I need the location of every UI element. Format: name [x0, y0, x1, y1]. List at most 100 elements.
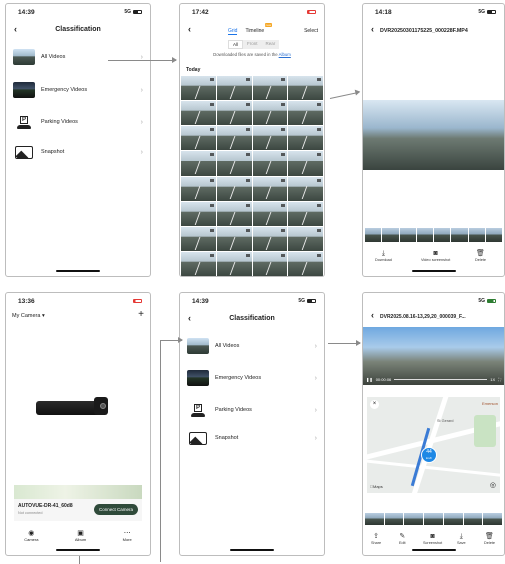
category-emergency-videos[interactable]: Emergency Videos ›	[13, 79, 143, 101]
video-thumbnail[interactable]	[252, 201, 288, 226]
filmstrip-frame	[404, 513, 424, 525]
back-button[interactable]: ‹	[371, 310, 374, 320]
category-parking-videos[interactable]: P Parking Videos ›	[13, 111, 143, 133]
video-frame[interactable]: ❚❚ 00:00:06 1X ⛶	[363, 327, 504, 385]
connect-camera-button[interactable]: Connect Camera	[93, 504, 138, 515]
video-thumbnail[interactable]	[216, 176, 252, 201]
save-button[interactable]: ⤓ Save	[457, 533, 466, 545]
album-icon: ▣	[77, 530, 84, 537]
back-button[interactable]: ‹	[371, 24, 374, 34]
flow-line-album	[79, 556, 80, 564]
frame-filmstrip[interactable]	[365, 227, 502, 243]
video-thumbnail[interactable]	[181, 251, 216, 276]
flow-arrow-2	[329, 91, 360, 99]
category-all-videos[interactable]: All Videos ›	[13, 46, 143, 68]
category-emergency-videos[interactable]: Emergency Videos ›	[187, 367, 317, 389]
camera-badge-icon	[209, 78, 214, 81]
nav-camera[interactable]: ◉ Camera	[24, 529, 38, 547]
video-screenshot-button[interactable]: ◙ Video screenshot	[421, 250, 450, 262]
locate-icon[interactable]: ◎	[490, 481, 496, 489]
video-frame[interactable]	[363, 100, 504, 170]
download-button[interactable]: ⤓ Download	[375, 250, 392, 262]
pause-icon[interactable]: ❚❚	[366, 377, 373, 382]
album-link[interactable]: Album	[279, 52, 291, 57]
camera-menu[interactable]: My Camera ▾	[12, 313, 45, 319]
video-thumbnail[interactable]	[181, 76, 216, 101]
video-thumbnail[interactable]	[216, 201, 252, 226]
video-thumbnail[interactable]	[288, 176, 323, 201]
video-thumbnail[interactable]	[216, 251, 252, 276]
flow-arrow-1	[108, 57, 177, 63]
fullscreen-icon[interactable]: ⛶	[498, 377, 501, 382]
category-label: Emergency Videos	[41, 87, 88, 93]
camera-badge-icon	[245, 203, 250, 207]
video-thumbnail[interactable]	[252, 101, 288, 126]
video-thumbnail[interactable]	[252, 76, 288, 101]
camera-icon: ◙	[433, 250, 438, 257]
category-all-videos[interactable]: All Videos ›	[187, 335, 317, 357]
device-card[interactable]: AUTOVUE-DR-41_60d8 Not connected Connect…	[14, 499, 142, 521]
signal-label: 5G	[478, 298, 485, 304]
screenshot-button[interactable]: ◙ Screenshot	[423, 533, 442, 545]
signal-label: 5G	[124, 9, 131, 15]
tab-timeline[interactable]: Timeline new	[245, 23, 273, 35]
filter-front[interactable]: Front	[243, 40, 262, 49]
video-thumbnail[interactable]	[252, 226, 288, 251]
video-thumbnail[interactable]	[181, 151, 216, 176]
share-button[interactable]: ⇪ Share	[371, 533, 381, 545]
camera-badge-icon	[281, 203, 286, 207]
tab-grid[interactable]: Grid	[228, 28, 238, 35]
video-thumbnail[interactable]	[288, 76, 323, 101]
camera-badge-icon	[317, 203, 321, 207]
category-snapshot[interactable]: Snapshot ›	[187, 427, 317, 449]
route-map[interactable]: × Emerson St Gerard 44 km/h Maps ◎	[367, 397, 500, 493]
camera-badge-icon	[281, 103, 286, 107]
category-snapshot[interactable]: Snapshot ›	[13, 141, 143, 163]
device-name: AUTOVUE-DR-41_60d8	[18, 503, 73, 509]
video-thumbnail[interactable]	[252, 126, 288, 151]
nav-more[interactable]: ⋯ More	[123, 529, 132, 547]
select-button[interactable]: Select	[304, 28, 318, 34]
share-icon: ⇪	[373, 533, 379, 540]
video-thumbnail[interactable]	[216, 226, 252, 251]
video-thumbnail[interactable]	[288, 201, 323, 226]
parking-icon: P	[187, 402, 209, 418]
video-thumbnail[interactable]	[216, 151, 252, 176]
delete-button[interactable]: 🗑 Delete	[475, 250, 486, 262]
camera-badge-icon	[281, 178, 286, 182]
video-thumbnail[interactable]	[252, 151, 288, 176]
category-parking-videos[interactable]: P Parking Videos ›	[187, 399, 317, 421]
nav-album[interactable]: ▣ Album	[75, 529, 86, 547]
info-text: Downloaded files are saved in the	[213, 52, 278, 57]
video-thumbnail[interactable]	[252, 176, 288, 201]
video-thumbnail[interactable]	[288, 251, 323, 276]
video-thumbnail[interactable]	[181, 226, 216, 251]
video-thumbnail[interactable]	[181, 101, 216, 126]
back-button[interactable]: ‹	[188, 24, 191, 34]
video-thumbnail[interactable]	[216, 126, 252, 151]
video-thumbnail[interactable]	[288, 126, 323, 151]
home-indicator	[56, 549, 100, 551]
video-thumbnail[interactable]	[216, 101, 252, 126]
filter-all[interactable]: All	[228, 40, 244, 49]
edit-button[interactable]: ✎ Edit	[399, 533, 406, 545]
delete-button[interactable]: 🗑 Delete	[484, 533, 495, 545]
video-thumbnail[interactable]	[288, 226, 323, 251]
video-thumbnail[interactable]	[252, 251, 288, 276]
filmstrip-frame	[423, 512, 444, 526]
frame-filmstrip[interactable]	[365, 512, 503, 526]
video-thumbnail[interactable]	[216, 76, 252, 101]
video-thumbnail[interactable]	[181, 126, 216, 151]
seek-bar[interactable]	[394, 379, 488, 380]
video-controls: ❚❚ 00:00:06 1X ⛶	[366, 377, 501, 382]
close-map-button[interactable]: ×	[370, 400, 379, 409]
add-camera-button[interactable]: +	[138, 309, 144, 320]
video-thumbnail[interactable]	[181, 201, 216, 226]
camera-menu-label: My Camera	[12, 313, 41, 319]
filter-rear[interactable]: Rear	[261, 40, 280, 49]
video-thumbnail[interactable]	[288, 101, 323, 126]
video-thumbnail[interactable]	[181, 176, 216, 201]
status-bar: 5G	[363, 293, 504, 307]
video-thumbnail[interactable]	[288, 151, 323, 176]
playback-speed[interactable]: 1X	[490, 377, 495, 382]
